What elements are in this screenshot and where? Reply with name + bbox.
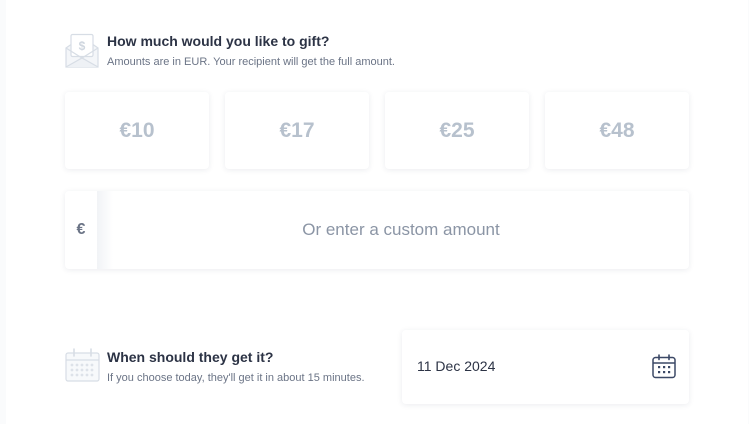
currency-divider (97, 191, 113, 269)
delivery-date-value: 11 Dec 2024 (417, 358, 496, 374)
custom-amount-input[interactable] (113, 191, 689, 269)
svg-text:$: $ (79, 39, 86, 53)
currency-symbol: € (76, 221, 86, 238)
delivery-question-subtitle: If you choose today, they'll get it in a… (107, 372, 365, 384)
delivery-question-title: When should they get it? (107, 349, 274, 365)
amount-option-10[interactable]: €10 (65, 92, 209, 169)
amount-question-title: How much would you like to gift? (107, 33, 330, 49)
calendar-icon (65, 348, 100, 382)
amount-question-subtitle: Amounts are in EUR. Your recipient will … (107, 56, 395, 68)
amount-option-48[interactable]: €48 (545, 92, 689, 169)
money-envelope-icon: $ (65, 33, 99, 68)
delivery-date-picker[interactable]: 11 Dec 2024 (402, 330, 689, 404)
amount-option-17[interactable]: €17 (225, 92, 369, 169)
calendar-icon[interactable] (652, 354, 676, 379)
custom-amount-field[interactable]: € (65, 191, 689, 269)
amount-option-25[interactable]: €25 (385, 92, 529, 169)
